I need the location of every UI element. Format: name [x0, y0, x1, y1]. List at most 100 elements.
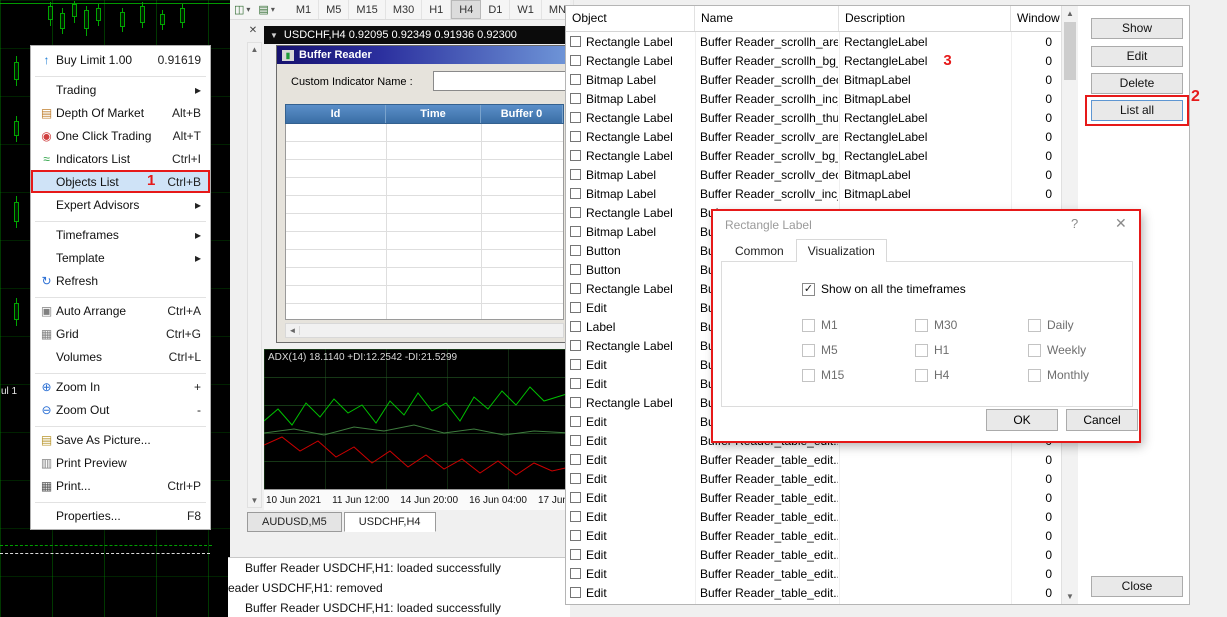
- menu-item[interactable]: ↻ Refresh: [31, 269, 210, 292]
- menu-item[interactable]: ▦ Print... Ctrl+P: [31, 474, 210, 497]
- timeframe-checkbox[interactable]: H4: [915, 368, 1028, 382]
- indicator-name-input[interactable]: [433, 71, 566, 91]
- object-row[interactable]: Rectangle Label Buffer Reader_scrollv_bg…: [566, 146, 1061, 165]
- timeframe-button[interactable]: M30: [386, 0, 423, 19]
- timeframe-button[interactable]: M5: [319, 0, 350, 19]
- object-row[interactable]: Bitmap Label Buffer Reader_scrollv_inc_4…: [566, 184, 1061, 203]
- adx-indicator-pane[interactable]: ADX(14) 18.1140 +DI:12.2542 -DI:21.5299: [264, 349, 570, 489]
- object-row[interactable]: Rectangle Label Buffer Reader_scrollv_ar…: [566, 127, 1061, 146]
- object-row[interactable]: Edit Buffer Reader_table_edit... 0: [566, 545, 1061, 564]
- ok-button[interactable]: OK: [986, 409, 1058, 431]
- row-checkbox[interactable]: [570, 473, 581, 484]
- row-checkbox[interactable]: [570, 112, 581, 123]
- row-checkbox[interactable]: [570, 302, 581, 313]
- row-checkbox[interactable]: [570, 74, 581, 85]
- checkbox-icon[interactable]: [915, 343, 928, 357]
- scroll-left-icon[interactable]: ◄: [286, 326, 300, 335]
- scroll-up-icon[interactable]: ▲: [248, 45, 261, 54]
- checkbox-icon[interactable]: [915, 368, 928, 382]
- scroll-down-icon[interactable]: ▼: [248, 496, 261, 505]
- timeframe-button[interactable]: M1: [289, 0, 320, 19]
- object-row[interactable]: Edit Buffer Reader_table_edit... 0: [566, 469, 1061, 488]
- checkbox-checked-icon[interactable]: [802, 282, 815, 296]
- row-checkbox[interactable]: [570, 435, 581, 446]
- close-button[interactable]: Close: [1091, 576, 1183, 597]
- menu-item[interactable]: [31, 497, 210, 504]
- chart-window-titlebar[interactable]: ▼ USDCHF,H4 0.92095 0.92349 0.91936 0.92…: [264, 26, 570, 44]
- menu-item[interactable]: ↑ Buy Limit 1.00 0.91619: [31, 48, 210, 71]
- scrollbar-thumb[interactable]: [1064, 22, 1076, 80]
- timeframe-button[interactable]: M15: [349, 0, 386, 19]
- checkbox-icon[interactable]: [1028, 368, 1041, 382]
- show-all-timeframes-checkbox[interactable]: Show on all the timeframes: [802, 282, 966, 296]
- checkbox-icon[interactable]: [802, 318, 815, 332]
- object-row[interactable]: Edit Buffer Reader_table_edit... 0: [566, 564, 1061, 583]
- row-checkbox[interactable]: [570, 511, 581, 522]
- checkbox-icon[interactable]: [1028, 343, 1041, 357]
- row-checkbox[interactable]: [570, 188, 581, 199]
- object-row[interactable]: Rectangle Label Buffer Reader_scrollh_th…: [566, 108, 1061, 127]
- menu-item[interactable]: ▣ Auto Arrange Ctrl+A: [31, 299, 210, 322]
- object-row[interactable]: Edit Buffer Reader_table_edit... 0: [566, 507, 1061, 526]
- tab-visualization[interactable]: Visualization: [795, 239, 887, 263]
- object-row[interactable]: Rectangle Label Buffer Reader_scrollh_ar…: [566, 32, 1061, 51]
- row-checkbox[interactable]: [570, 340, 581, 351]
- column-header-name[interactable]: Name: [695, 6, 839, 31]
- column-header-buffer0[interactable]: Buffer 0: [481, 105, 563, 123]
- timeframe-checkbox[interactable]: Daily: [1028, 318, 1141, 332]
- row-checkbox[interactable]: [570, 55, 581, 66]
- menu-item[interactable]: [31, 71, 210, 78]
- row-checkbox[interactable]: [570, 454, 581, 465]
- edit-button[interactable]: Edit: [1091, 46, 1183, 67]
- column-header-description[interactable]: Description: [839, 6, 1011, 31]
- column-header-id[interactable]: Id: [286, 105, 386, 123]
- menu-item[interactable]: ▦ Grid Ctrl+G: [31, 322, 210, 345]
- timeframe-checkbox[interactable]: Weekly: [1028, 343, 1141, 357]
- row-checkbox[interactable]: [570, 93, 581, 104]
- timeframe-checkbox[interactable]: M15: [802, 368, 915, 382]
- checkbox-icon[interactable]: [915, 318, 928, 332]
- timeframe-button[interactable]: D1: [481, 0, 511, 19]
- collapse-icon[interactable]: ▼: [270, 31, 278, 40]
- checkbox-icon[interactable]: [802, 368, 815, 382]
- timeframe-checkbox[interactable]: M30: [915, 318, 1028, 332]
- buffer-table-body[interactable]: [285, 124, 564, 320]
- help-icon[interactable]: ?: [1071, 216, 1078, 231]
- vertical-scrollbar[interactable]: ▲ ▼: [247, 42, 262, 508]
- column-header-object[interactable]: Object: [566, 6, 695, 31]
- timeframe-button[interactable]: H1: [422, 0, 452, 19]
- menu-item[interactable]: [31, 368, 210, 375]
- menu-item[interactable]: Volumes Ctrl+L: [31, 345, 210, 368]
- row-checkbox[interactable]: [570, 397, 581, 408]
- chart-mode-button[interactable]: ▤ ▾: [254, 2, 278, 17]
- close-icon[interactable]: ✕: [1115, 215, 1127, 232]
- chart-type-button[interactable]: ◫ ▾: [230, 2, 254, 17]
- horizontal-scrollbar[interactable]: ◄: [285, 323, 564, 338]
- buffer-reader-titlebar[interactable]: ▮ Buffer Reader: [277, 46, 569, 64]
- timeframe-button[interactable]: H4: [451, 0, 482, 19]
- menu-item[interactable]: [31, 292, 210, 299]
- menu-item[interactable]: ⊕ Zoom In +: [31, 375, 210, 398]
- row-checkbox[interactable]: [570, 245, 581, 256]
- object-row[interactable]: Edit Buffer Reader_table_edit... 0: [566, 526, 1061, 545]
- column-header-time[interactable]: Time: [386, 105, 481, 123]
- cancel-button[interactable]: Cancel: [1066, 409, 1138, 431]
- row-checkbox[interactable]: [570, 226, 581, 237]
- row-checkbox[interactable]: [570, 359, 581, 370]
- row-checkbox[interactable]: [570, 378, 581, 389]
- row-checkbox[interactable]: [570, 530, 581, 541]
- row-checkbox[interactable]: [570, 36, 581, 47]
- menu-item[interactable]: ≈ Indicators List Ctrl+I: [31, 147, 210, 170]
- menu-item[interactable]: ▤ Depth Of Market Alt+B: [31, 101, 210, 124]
- menu-item[interactable]: ▤ Save As Picture...: [31, 428, 210, 451]
- menu-item[interactable]: ◉ One Click Trading Alt+T: [31, 124, 210, 147]
- row-checkbox[interactable]: [570, 416, 581, 427]
- timeframe-button[interactable]: W1: [510, 0, 542, 19]
- object-row[interactable]: Rectangle Label Buffer Reader_scrollh_bg…: [566, 51, 1061, 70]
- delete-button[interactable]: Delete: [1091, 73, 1183, 94]
- object-row[interactable]: Bitmap Label Buffer Reader_scrollh_inc_4…: [566, 89, 1061, 108]
- menu-item[interactable]: ⊖ Zoom Out -: [31, 398, 210, 421]
- menu-item[interactable]: [31, 216, 210, 223]
- object-row[interactable]: Edit Buffer Reader_table_edit... 0: [566, 583, 1061, 602]
- object-row[interactable]: Bitmap Label Buffer Reader_scrollv_dec_4…: [566, 165, 1061, 184]
